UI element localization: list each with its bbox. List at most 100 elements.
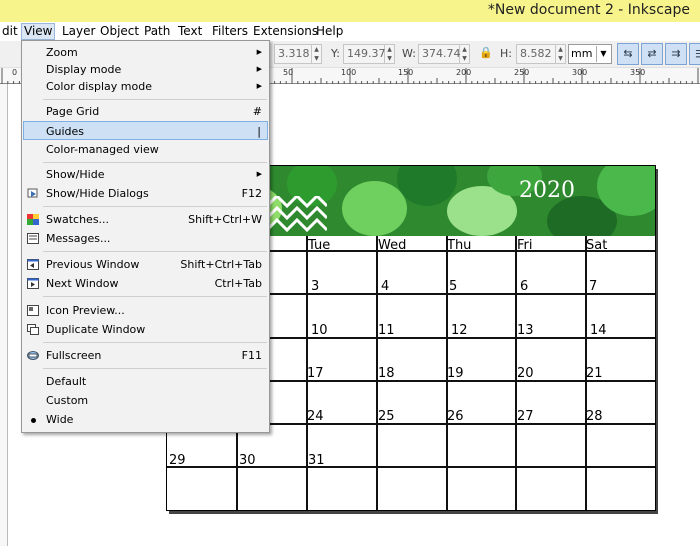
ruler-label: 300 [572, 68, 588, 77]
ruler-label: 0 [12, 68, 18, 77]
day-number: 31 [308, 453, 325, 468]
move-patterns-button[interactable]: ⇶ [689, 43, 700, 65]
menu-edit[interactable]: dit [0, 23, 20, 40]
menu-view[interactable]: View [21, 23, 56, 40]
menu-item-show-hide[interactable]: Show/Hide ▶ [23, 165, 268, 184]
h-spinner[interactable]: ▲ ▼ [556, 44, 566, 64]
submenu-arrow-icon: ▶ [256, 82, 262, 90]
menubar: dit View Layer Object Path Text Filters … [0, 22, 700, 41]
menu-separator [43, 296, 267, 297]
day-number: 26 [447, 409, 464, 424]
day-number: 18 [378, 366, 395, 381]
day-header: Wed [378, 238, 407, 253]
menu-item-label: Color display mode [46, 80, 152, 93]
w-field[interactable]: 374.744 [418, 44, 468, 64]
menu-separator [43, 368, 267, 369]
menu-item-next-window[interactable]: Next Window Ctrl+Tab [23, 274, 268, 293]
fullscreen-icon [27, 351, 39, 360]
banner-leaf [397, 166, 457, 206]
menu-item-default[interactable]: Default [23, 372, 268, 391]
menu-item-color-display-mode[interactable]: Color display mode ▶ [23, 77, 268, 96]
menu-filters[interactable]: Filters [210, 23, 250, 40]
swatches-icon [27, 214, 39, 225]
day-number: 11 [378, 323, 395, 338]
menu-item-label: Page Grid [46, 105, 100, 118]
dialogs-icon [27, 188, 38, 198]
messages-icon [27, 233, 39, 244]
lock-icon[interactable]: 🔒 [479, 46, 493, 59]
menu-item-shortcut: Ctrl+Tab [214, 277, 262, 290]
ruler-label: 250 [514, 68, 530, 77]
y-spinner[interactable]: ▲ ▼ [385, 44, 395, 64]
x-field[interactable]: 3.318 [274, 44, 312, 64]
w-spinner[interactable]: ▲ ▼ [460, 44, 470, 64]
menu-item-label: Wide [46, 413, 74, 426]
title-bar: *New document 2 - Inkscape [0, 0, 700, 22]
menu-item-icon-preview[interactable]: Icon Preview... [23, 301, 268, 320]
menu-object[interactable]: Object [98, 23, 141, 40]
menu-item-label: Custom [46, 394, 89, 407]
day-number: 14 [590, 323, 607, 338]
menu-item-shortcut: # [252, 105, 262, 118]
view-menu-dropdown: Zoom ▶ Display mode ▶ Color display mode… [21, 40, 270, 433]
scale-stroke-button[interactable]: ⇆ [617, 43, 639, 65]
day-number: 19 [447, 366, 464, 381]
menu-help[interactable]: Help [314, 23, 345, 40]
day-number: 25 [378, 409, 395, 424]
menu-separator [43, 162, 267, 163]
h-field[interactable]: 8.582 [516, 44, 556, 64]
menu-item-label: Next Window [46, 277, 119, 290]
unit-value: mm [571, 47, 593, 60]
day-number: 28 [586, 409, 603, 424]
menu-item-swatches[interactable]: Swatches... Shift+Ctrl+W [23, 210, 268, 229]
previous-window-icon [27, 259, 39, 270]
ruler-label: 50 [283, 68, 294, 77]
vertical-ruler[interactable] [0, 84, 8, 546]
x-spinner[interactable]: ▲ ▼ [312, 44, 322, 64]
day-number: 27 [517, 409, 534, 424]
menu-item-show-hide-dialogs[interactable]: Show/Hide Dialogs F12 [23, 184, 268, 203]
day-header: Tue [308, 238, 331, 253]
menu-text[interactable]: Text [176, 23, 204, 40]
y-label: Y: [331, 47, 340, 60]
menu-separator [43, 342, 267, 343]
menu-item-wide[interactable]: Wide [23, 410, 268, 429]
radio-bullet-icon [31, 418, 36, 423]
menu-item-fullscreen[interactable]: Fullscreen F11 [23, 346, 268, 365]
menu-item-duplicate-window[interactable]: Duplicate Window [23, 320, 268, 339]
menu-item-label: Show/Hide [46, 168, 105, 181]
window-title: *New document 2 - Inkscape [487, 2, 690, 18]
ruler-label: 150 [398, 68, 414, 77]
w-label: W: [402, 47, 416, 60]
ruler-label: 350 [630, 68, 646, 77]
banner-chevron-pattern [267, 196, 327, 233]
menu-item-page-grid[interactable]: Page Grid # [23, 102, 268, 121]
day-header: Fri [517, 238, 533, 253]
day-number: 21 [586, 366, 603, 381]
day-number: 20 [517, 366, 534, 381]
day-number: 4 [381, 279, 390, 294]
day-number: 3 [311, 279, 320, 294]
move-gradients-button[interactable]: ⇉ [665, 43, 687, 65]
menu-item-label: Duplicate Window [46, 323, 146, 336]
ruler-label: 100 [341, 68, 357, 77]
scale-corners-button[interactable]: ⇄ [641, 43, 663, 65]
h-label: H: [500, 47, 512, 60]
menu-separator [43, 99, 267, 100]
day-number: 17 [307, 366, 324, 381]
menu-layer[interactable]: Layer [60, 23, 97, 40]
day-number: 29 [169, 453, 186, 468]
menu-item-label: Previous Window [46, 258, 140, 271]
menu-path[interactable]: Path [142, 23, 172, 40]
menu-item-guides[interactable]: Guides | [23, 121, 268, 140]
day-number: 6 [520, 279, 529, 294]
menu-item-color-managed-view[interactable]: Color-managed view [23, 140, 268, 159]
menu-item-messages[interactable]: Messages... [23, 229, 268, 248]
menu-extensions[interactable]: Extensions [251, 23, 320, 40]
y-field[interactable]: 149.371 [343, 44, 393, 64]
menu-item-custom[interactable]: Custom [23, 391, 268, 410]
chevron-down-icon: ▼ [596, 46, 610, 62]
unit-select[interactable]: mm ▼ [568, 44, 612, 64]
menu-item-label: Messages... [46, 232, 111, 245]
menu-item-previous-window[interactable]: Previous Window Shift+Ctrl+Tab [23, 255, 268, 274]
